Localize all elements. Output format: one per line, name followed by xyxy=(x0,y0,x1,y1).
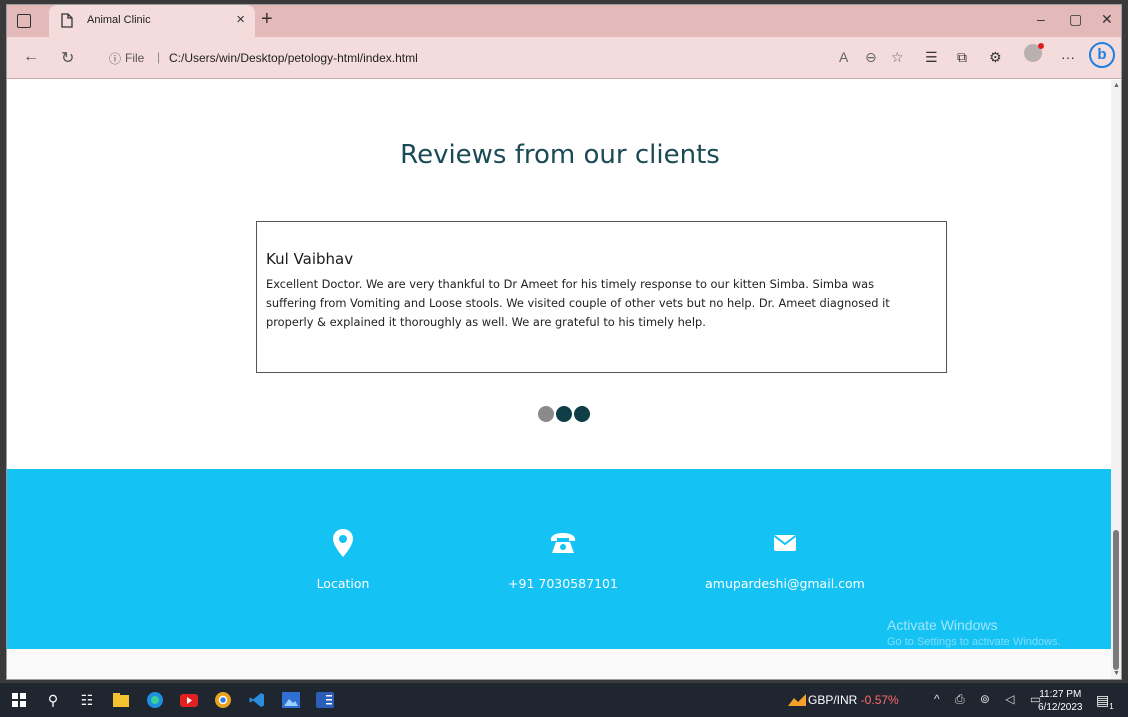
page-bottom-strip xyxy=(7,649,1113,679)
review-text: Excellent Doctor. We are very thankful t… xyxy=(266,277,890,329)
system-clock[interactable]: 11:27 PM 6/12/2023 xyxy=(1038,688,1083,714)
activate-windows-title: Activate Windows xyxy=(887,617,998,633)
close-button[interactable]: ✕ xyxy=(1101,11,1113,28)
tab-strip: Animal Clinic × + – ▢ ✕ xyxy=(7,5,1121,37)
browser-toolbar: ← ↻ ⓘ File | C:/Users/win/Desktop/petolo… xyxy=(7,37,1121,79)
page-viewport: Reviews from our clients Kul Vaibhav Exc… xyxy=(7,80,1113,679)
reviews-heading: Reviews from our clients xyxy=(400,140,720,170)
browser-window: Animal Clinic × + – ▢ ✕ ← ↻ ⓘ File | C:/… xyxy=(6,4,1122,680)
carousel-dot-2[interactable] xyxy=(556,406,572,422)
file-explorer-icon[interactable] xyxy=(112,691,130,709)
bing-copilot-icon[interactable]: b xyxy=(1089,42,1115,68)
more-menu-icon[interactable]: ··· xyxy=(1061,49,1075,65)
photos-icon[interactable] xyxy=(282,691,300,709)
reviewer-name: Kul Vaibhav xyxy=(266,250,354,268)
info-icon[interactable]: ⓘ xyxy=(109,50,121,67)
scroll-up-icon[interactable]: ▲ xyxy=(1113,82,1120,89)
favorite-star-icon[interactable]: ☆ xyxy=(891,49,904,66)
scroll-thumb[interactable] xyxy=(1113,530,1119,670)
restore-button[interactable]: ▢ xyxy=(1069,11,1082,28)
read-aloud-icon[interactable]: A xyxy=(839,49,848,65)
minimize-button[interactable]: – xyxy=(1037,11,1045,27)
stocks-widget-icon[interactable] xyxy=(788,691,806,709)
footer-phone[interactable]: +91 7030587101 xyxy=(453,526,673,591)
address-bar[interactable]: ⓘ File | C:/Users/win/Desktop/petology-h… xyxy=(103,45,913,71)
phone-label: +91 7030587101 xyxy=(508,576,618,591)
page-icon xyxy=(61,13,73,28)
collections-icon[interactable]: ⧉ xyxy=(957,49,967,66)
tab-actions-icon[interactable] xyxy=(17,14,31,28)
chrome-icon[interactable] xyxy=(214,691,232,709)
back-icon[interactable]: ← xyxy=(23,48,39,66)
notifications-icon[interactable]: ▤1 xyxy=(1096,692,1114,711)
tab-animal-clinic[interactable]: Animal Clinic × xyxy=(49,5,255,37)
envelope-icon xyxy=(773,535,797,551)
search-icon[interactable]: ⚲ xyxy=(44,691,62,709)
stock-ticker[interactable]: GBP/INR -0.57% xyxy=(808,693,899,707)
review-card: Kul Vaibhav Excellent Doctor. We are ver… xyxy=(256,221,947,373)
tab-title: Animal Clinic xyxy=(87,14,151,26)
new-tab-button[interactable]: + xyxy=(261,8,273,31)
carousel-dot-3[interactable] xyxy=(574,406,590,422)
location-label: Location xyxy=(316,576,370,591)
activate-windows-subtitle: Go to Settings to activate Windows. xyxy=(887,636,1061,648)
windows-start-icon[interactable] xyxy=(10,691,28,709)
vscode-icon[interactable] xyxy=(248,691,266,709)
windows-taskbar: ⚲ ☷ GBP/INR -0.57% ^ ⎙ ⊚ ◁ ▭ 11:27 PM 6/… xyxy=(0,683,1128,717)
footer-location[interactable]: Location xyxy=(233,526,453,591)
notification-count: 1 xyxy=(1109,701,1114,711)
location-pin-icon xyxy=(333,529,353,557)
clock-date: 6/12/2023 xyxy=(1038,702,1083,713)
vertical-scrollbar[interactable]: ▲ ▼ xyxy=(1111,80,1121,679)
contact-footer: Location +91 7030587101 amupardeshi@gmai… xyxy=(7,469,1113,649)
url-prefix: File xyxy=(125,51,145,65)
word-icon[interactable] xyxy=(316,691,334,709)
carousel-dot-1[interactable] xyxy=(538,406,554,422)
extensions-icon[interactable]: ⚙ xyxy=(989,49,1002,66)
footer-email[interactable]: amupardeshi@gmail.com xyxy=(675,526,895,591)
profile-notification-dot xyxy=(1038,43,1044,49)
clock-time: 11:27 PM xyxy=(1039,689,1082,700)
url-separator: | xyxy=(157,50,161,64)
youtube-icon[interactable] xyxy=(180,691,198,709)
telephone-icon xyxy=(551,533,575,553)
scroll-down-icon[interactable]: ▼ xyxy=(1113,670,1120,677)
ticker-label: GBP/INR xyxy=(808,693,858,707)
task-view-icon[interactable]: ☷ xyxy=(78,691,96,709)
tab-close-icon[interactable]: × xyxy=(236,11,245,28)
refresh-icon[interactable]: ↻ xyxy=(61,48,74,68)
email-label: amupardeshi@gmail.com xyxy=(705,576,865,591)
system-tray-icons[interactable]: ^ ⎙ ⊚ ◁ ▭ xyxy=(934,692,1047,707)
ticker-change: -0.57% xyxy=(860,693,899,707)
favorites-icon[interactable]: ☰ xyxy=(925,49,938,66)
zoom-icon[interactable]: ⊖ xyxy=(865,49,877,66)
edge-browser-icon[interactable] xyxy=(146,691,164,709)
url-text[interactable]: C:/Users/win/Desktop/petology-html/index… xyxy=(169,51,418,65)
